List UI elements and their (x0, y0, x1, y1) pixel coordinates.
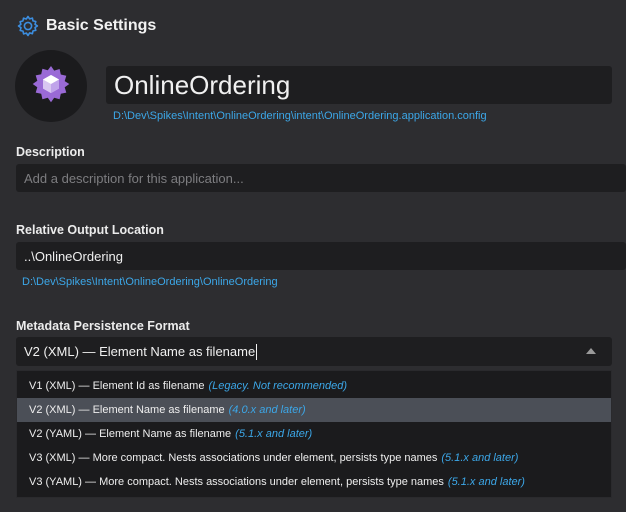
output-location-label: Relative Output Location (16, 223, 164, 237)
persistence-format-dropdown: V1 (XML) — Element Id as filename (Legac… (16, 370, 612, 498)
output-resolved-path[interactable]: D:\Dev\Spikes\Intent\OnlineOrdering\Onli… (22, 276, 278, 288)
text-caret (256, 343, 258, 360)
dropdown-option[interactable]: V3 (XML) — More compact. Nests associati… (17, 446, 611, 470)
output-location-input[interactable] (16, 242, 626, 270)
persistence-format-select[interactable]: V2 (XML) — Element Name as filename (16, 337, 612, 366)
chevron-up-icon[interactable] (586, 348, 596, 354)
section-header: Basic Settings (16, 12, 156, 40)
dropdown-option-selected[interactable]: V2 (XML) — Element Name as filename (4.0… (17, 398, 611, 422)
persistence-format-label: Metadata Persistence Format (16, 319, 190, 333)
select-value: V2 (XML) — Element Name as filename (24, 344, 256, 359)
cube-gear-icon (32, 66, 70, 103)
section-title: Basic Settings (46, 17, 157, 34)
application-name-input[interactable] (106, 66, 612, 104)
application-logo[interactable] (15, 50, 87, 122)
description-input[interactable] (16, 164, 626, 192)
dropdown-option[interactable]: V1 (XML) — Element Id as filename (Legac… (17, 374, 611, 398)
description-label: Description (16, 145, 85, 159)
dropdown-option[interactable]: V3 (YAML) — More compact. Nests associat… (17, 470, 611, 494)
gear-icon (17, 15, 39, 37)
config-path-link[interactable]: D:\Dev\Spikes\Intent\OnlineOrdering\inte… (113, 110, 487, 122)
dropdown-option[interactable]: V2 (YAML) — Element Name as filename (5.… (17, 422, 611, 446)
basic-settings-panel: Basic Settings D:\Dev\Spikes\Intent\Onli… (0, 0, 626, 512)
